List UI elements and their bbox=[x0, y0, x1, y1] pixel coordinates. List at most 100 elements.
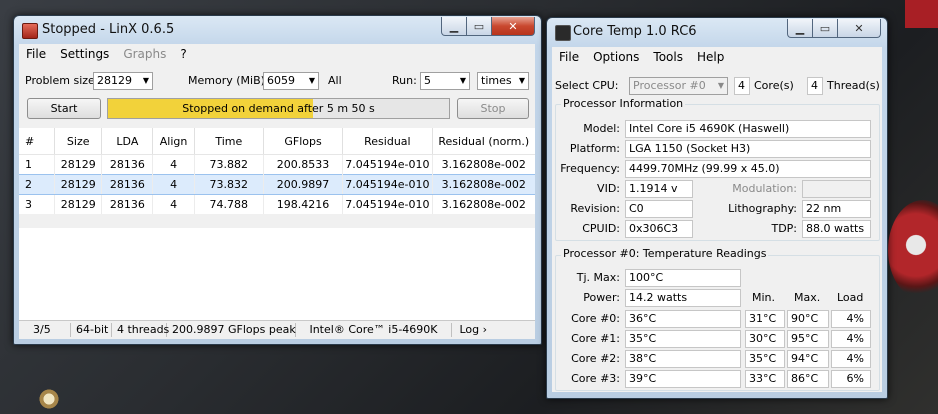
col-min-header: Min. bbox=[752, 291, 776, 304]
core-label: Core #0: bbox=[571, 312, 620, 325]
col-residual-norm[interactable]: Residual (norm.) bbox=[432, 128, 535, 155]
cpuid-label: CPUID: bbox=[582, 222, 620, 235]
menu-settings[interactable]: Settings bbox=[53, 47, 116, 61]
table-cell: 3.162808e-002 bbox=[441, 198, 526, 211]
linx-window: Stopped - LinX 0.6.5 ▁ ▭ ✕ File Settings… bbox=[13, 15, 542, 345]
memory-value: 6059 bbox=[267, 74, 295, 87]
tdp-label: TDP: bbox=[771, 222, 797, 235]
results-table: # Size LDA Align Time GFlops Residual Re… bbox=[19, 128, 535, 214]
close-button[interactable]: ✕ bbox=[838, 19, 881, 38]
table-cell: 28129 bbox=[54, 174, 103, 195]
core-label: Core #2: bbox=[571, 352, 620, 365]
coretemp-titlebar[interactable]: Core Temp 1.0 RC6 ▁ ▭ ✕ bbox=[547, 18, 887, 46]
core-max-value: 95°C bbox=[787, 330, 829, 348]
menu-options[interactable]: Options bbox=[586, 50, 646, 64]
chevron-down-icon: ▼ bbox=[308, 76, 315, 85]
core-min-value: 33°C bbox=[745, 370, 785, 388]
close-button[interactable]: ✕ bbox=[492, 17, 535, 36]
table-cell: 4 bbox=[152, 154, 195, 175]
menu-file[interactable]: File bbox=[19, 47, 53, 61]
cores-count: 4 bbox=[734, 77, 750, 95]
power-label: Power: bbox=[583, 291, 620, 304]
table-cell: 74.788 bbox=[194, 194, 264, 214]
menu-file[interactable]: File bbox=[552, 50, 586, 64]
maximize-button[interactable]: ▭ bbox=[467, 17, 492, 36]
table-cell: 28129 bbox=[54, 154, 103, 175]
linx-menubar: File Settings Graphs ? bbox=[19, 44, 535, 64]
results-header-row: # Size LDA Align Time GFlops Residual Re… bbox=[19, 128, 535, 155]
col-load-header: Load bbox=[837, 291, 864, 304]
power-value: 14.2 watts bbox=[625, 289, 741, 307]
col-align[interactable]: Align bbox=[152, 128, 195, 155]
coretemp-window-title: Core Temp 1.0 RC6 bbox=[573, 24, 697, 39]
menu-graphs[interactable]: Graphs bbox=[116, 47, 173, 61]
problem-size-value: 28129 bbox=[97, 74, 132, 87]
cores-label: Core(s) bbox=[754, 79, 794, 92]
menu-help[interactable]: ? bbox=[173, 47, 193, 61]
modulation-value bbox=[802, 180, 871, 198]
table-cell: 1 bbox=[19, 154, 56, 175]
core-temp-value: 35°C bbox=[625, 330, 741, 348]
status-progress: 3/5 bbox=[19, 323, 71, 337]
table-row[interactable]: 1 28129 28136 4 73.882 200.8533 7.045194e-010 3… bbox=[19, 154, 535, 175]
col-residual[interactable]: Residual bbox=[342, 128, 433, 155]
memory-select[interactable]: 6059 ▼ bbox=[263, 72, 319, 90]
temperature-readings-title: Processor #0: Temperature Readings bbox=[561, 247, 769, 260]
tjmax-label: Tj. Max: bbox=[576, 271, 620, 284]
tjmax-value: 100°C bbox=[625, 269, 741, 287]
col-size[interactable]: Size bbox=[54, 128, 103, 155]
table-row[interactable]: 2 28129 28136 4 73.832 200.9897 7.045194e-010 3… bbox=[19, 174, 535, 195]
table-cell: 73.882 bbox=[194, 154, 264, 175]
col-index[interactable]: # bbox=[19, 128, 56, 155]
start-button[interactable]: Start bbox=[27, 98, 101, 119]
status-bits: 64-bit bbox=[71, 323, 112, 337]
minimize-button[interactable]: ▁ bbox=[441, 17, 467, 36]
test-progress-bar: Stopped on demand after 5 m 50 s bbox=[107, 98, 450, 119]
log-button[interactable]: Log › bbox=[452, 323, 492, 337]
col-gflops[interactable]: GFlops bbox=[263, 128, 344, 155]
status-threads: 4 threads bbox=[112, 323, 169, 337]
menu-help[interactable]: Help bbox=[690, 50, 731, 64]
core-max-value: 94°C bbox=[787, 350, 829, 368]
table-cell: 2 bbox=[19, 174, 56, 195]
core-min-value: 31°C bbox=[745, 310, 785, 328]
threads-count: 4 bbox=[807, 77, 823, 95]
chevron-down-icon: ▼ bbox=[518, 76, 525, 85]
table-cell: 7.045194e-010 bbox=[342, 154, 433, 175]
stop-button[interactable]: Stop bbox=[457, 98, 529, 119]
modulation-label: Modulation: bbox=[732, 182, 797, 195]
table-cell: 200.8533 bbox=[263, 154, 344, 175]
table-cell: 200.9897 bbox=[263, 174, 344, 195]
col-time[interactable]: Time bbox=[194, 128, 264, 155]
frequency-value: 4499.70MHz (99.99 x 45.0) bbox=[625, 160, 871, 178]
processor-information-title: Processor Information bbox=[561, 97, 686, 110]
run-unit-select[interactable]: times ▼ bbox=[477, 72, 529, 90]
linx-titlebar[interactable]: Stopped - LinX 0.6.5 ▁ ▭ ✕ bbox=[14, 16, 541, 44]
core-min-value: 30°C bbox=[745, 330, 785, 348]
desktop-shortcut-icon[interactable] bbox=[38, 388, 60, 410]
memory-all-option[interactable]: All bbox=[328, 74, 342, 87]
core-load-value: 4% bbox=[831, 350, 871, 368]
table-cell: 198.4216 bbox=[263, 194, 344, 214]
col-lda[interactable]: LDA bbox=[101, 128, 154, 155]
menu-tools[interactable]: Tools bbox=[646, 50, 690, 64]
coretemp-app-icon bbox=[555, 25, 571, 41]
run-count-select[interactable]: 5 ▼ bbox=[420, 72, 470, 90]
select-cpu-dropdown[interactable]: Processor #0 ▼ bbox=[629, 77, 728, 95]
table-row[interactable]: 3 28129 28136 4 74.788 198.4216 7.045194e-010 3… bbox=[19, 194, 535, 214]
minimize-button[interactable]: ▁ bbox=[787, 19, 813, 38]
core-temp-value: 36°C bbox=[625, 310, 741, 328]
chevron-down-icon: ▼ bbox=[717, 81, 724, 90]
linx-app-icon bbox=[22, 23, 38, 39]
run-unit-value: times bbox=[481, 74, 512, 87]
maximize-button[interactable]: ▭ bbox=[813, 19, 838, 38]
core-temp-value: 39°C bbox=[625, 370, 741, 388]
memory-label: Memory (MiB): bbox=[188, 74, 269, 87]
core-label: Core #3: bbox=[571, 372, 620, 385]
status-cpu: Intel® Core™ i5-4690K bbox=[296, 323, 452, 337]
vid-label: VID: bbox=[597, 182, 620, 195]
problem-size-select[interactable]: 28129 ▼ bbox=[93, 72, 153, 90]
revision-label: Revision: bbox=[570, 202, 620, 215]
core-load-value: 6% bbox=[831, 370, 871, 388]
lithography-label: Lithography: bbox=[728, 202, 797, 215]
